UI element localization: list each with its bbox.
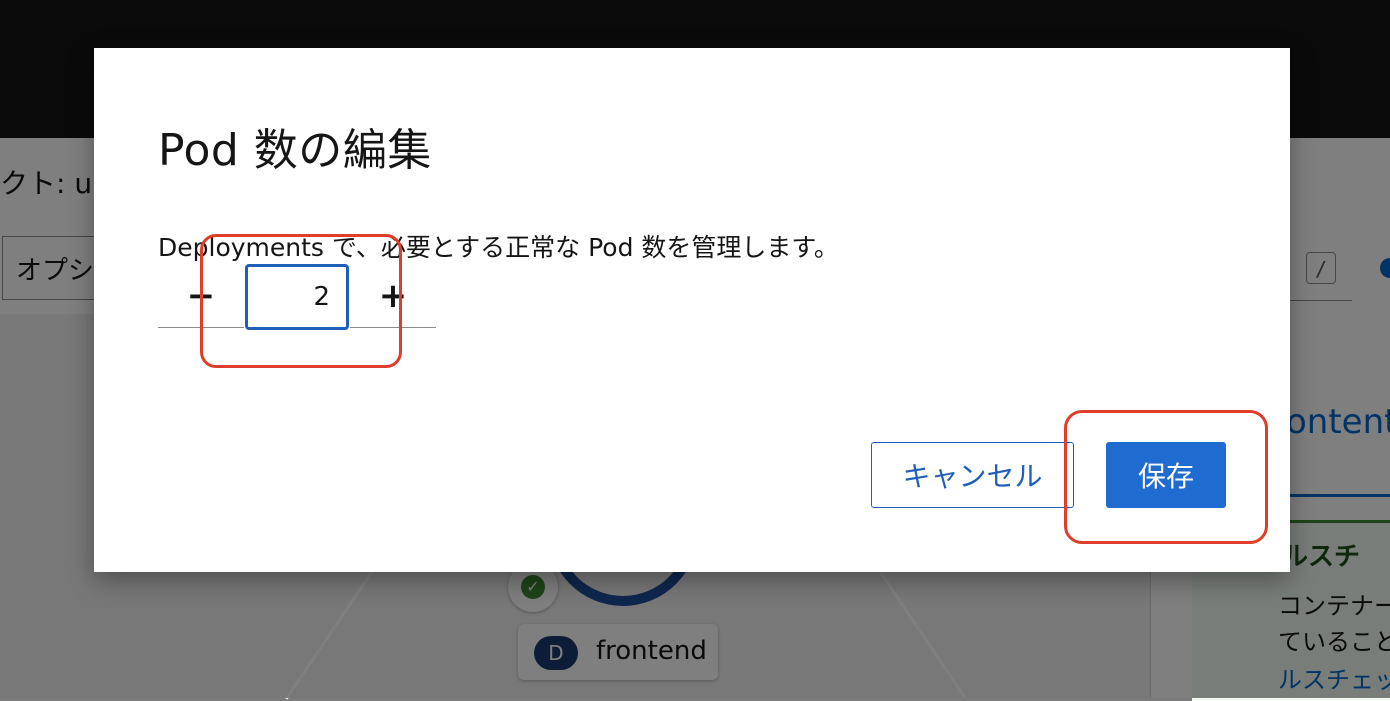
annotation-highlight-save (1064, 410, 1268, 544)
modal-title: Pod 数の編集 (158, 125, 432, 176)
cancel-button[interactable]: キャンセル (871, 442, 1074, 508)
annotation-highlight-stepper (200, 234, 402, 368)
